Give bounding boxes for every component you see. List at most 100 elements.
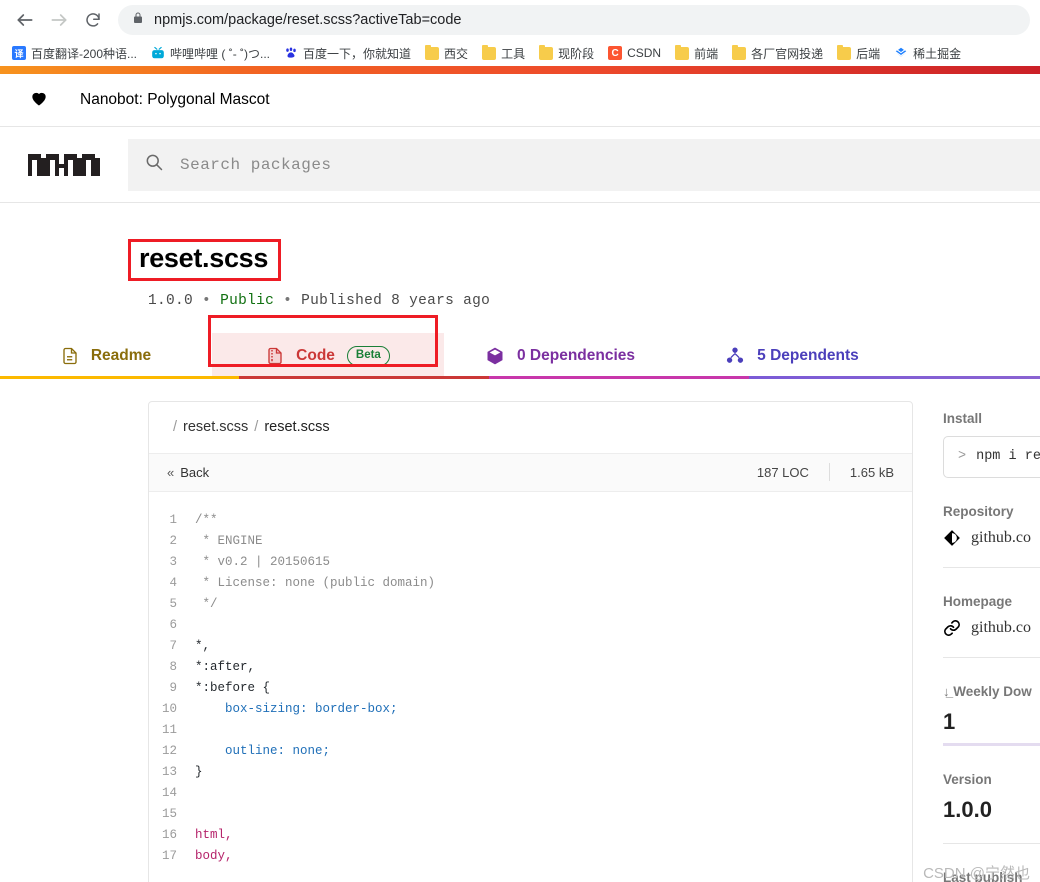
line-number: 7 [169, 638, 177, 653]
bookmark-item[interactable]: 哔哩哔哩 ( ˚- ˚)つ... [145, 43, 276, 64]
line-content: * License: none (public domain) [195, 575, 436, 590]
code-file-icon [266, 346, 284, 366]
code-line: 17 body, [149, 846, 912, 867]
bookmark-item[interactable]: 译 百度翻译-200种语... [6, 43, 143, 64]
address-bar[interactable]: npmjs.com/package/reset.scss?activeTab=c… [118, 5, 1030, 35]
folder-icon [837, 44, 852, 60]
tab-dependents[interactable]: 5 Dependents [676, 333, 908, 379]
promo-banner[interactable]: Nanobot: Polygonal Mascot [0, 74, 1040, 127]
bookmark-item[interactable]: 现阶段 [533, 43, 600, 64]
back-arrow-icon[interactable] [10, 5, 40, 35]
tab-dependencies[interactable]: 0 Dependencies [444, 333, 676, 379]
csdn-icon: C [608, 46, 623, 60]
code-panel: / reset.scss / reset.scss « Back 187 LOC… [148, 400, 913, 882]
download-icon: ↓̲ [943, 683, 950, 699]
meta-separator: • [202, 292, 212, 309]
breadcrumb-separator: / [173, 419, 178, 436]
homepage-label: Homepage [943, 593, 1013, 609]
line-content: *, [195, 638, 211, 653]
package-header: reset.scss 1.0.0 • Public • Published 8 … [0, 239, 1040, 309]
bookmark-label: 稀土掘金 [913, 46, 962, 61]
last-publish-label: Last publish [943, 869, 1023, 882]
line-number: 8 [169, 659, 177, 674]
repository-block: Repository github.co [943, 504, 1040, 568]
package-area: reset.scss 1.0.0 • Public • Published 8 … [0, 203, 1040, 882]
line-content: /** [195, 512, 218, 527]
repository-link: github.co [971, 528, 1031, 546]
bilibili-icon [151, 46, 165, 60]
line-number: 10 [161, 701, 177, 716]
link-icon [943, 619, 961, 637]
reload-icon[interactable] [78, 5, 108, 35]
code-line: 6 [149, 615, 912, 636]
bookmark-item[interactable]: 后端 [831, 43, 886, 64]
line-number: 16 [161, 827, 177, 842]
bookmark-item[interactable]: 各厂官网投递 [726, 43, 829, 64]
code-line: 13} [149, 762, 912, 783]
install-label: Install [943, 410, 983, 426]
homepage-link-row[interactable]: github.co [943, 619, 1040, 637]
folder-icon [482, 44, 497, 60]
code-line: 10 box-sizing: border-box; [149, 699, 912, 720]
install-command-box[interactable]: > npm i re [943, 435, 1040, 478]
file-size: 1.65 kB [849, 464, 894, 480]
bookmark-label: 百度翻译-200种语... [31, 46, 138, 61]
code-line: 1 /** [149, 510, 912, 531]
tabs-underline [0, 375, 1040, 379]
weekly-downloads-label: ↓̲ Weekly Dow [943, 684, 1040, 699]
code-line: 8 *:after, [149, 657, 912, 678]
browser-chrome: npmjs.com/package/reset.scss?activeTab=c… [0, 0, 1040, 66]
bookmark-item[interactable]: 前端 [669, 43, 724, 64]
package-version: 1.0.0 [148, 292, 194, 309]
baidu-icon [284, 46, 298, 60]
downloads-sparkline [943, 742, 1040, 746]
bookmark-item[interactable]: 西交 [419, 43, 474, 64]
line-content: html, [195, 827, 233, 842]
line-number: 9 [169, 680, 177, 695]
line-content: body, [195, 848, 233, 863]
repository-link-row[interactable]: github.co [943, 529, 1040, 547]
code-line: 14 [149, 783, 912, 804]
line-content: */ [195, 596, 218, 611]
weekly-downloads-value: 1 [943, 708, 956, 734]
divider [943, 566, 1040, 568]
folder-icon [732, 44, 747, 60]
juejin-icon [894, 46, 908, 60]
line-number: 1 [169, 512, 177, 527]
page-title: reset.scss [139, 243, 269, 273]
breadcrumb-root[interactable]: reset.scss [183, 419, 248, 435]
tab-readme-label: Readme [90, 346, 152, 364]
back-button[interactable]: « Back [167, 465, 209, 480]
breadcrumb-separator: / [254, 419, 259, 436]
repository-label: Repository [943, 503, 1014, 519]
search-bar[interactable] [128, 138, 1040, 191]
package-visibility: Public [220, 292, 275, 309]
tab-code[interactable]: Code Beta [212, 332, 444, 379]
url-text: npmjs.com/package/reset.scss?activeTab=c… [154, 12, 462, 28]
code-line: 5 */ [149, 594, 912, 615]
npm-header [0, 127, 1040, 203]
line-content: } [195, 764, 203, 779]
line-number: 4 [169, 575, 177, 590]
package-title-highlight: reset.scss [128, 239, 282, 281]
tab-readme[interactable]: Readme [0, 333, 212, 379]
code-line: 12 outline: none; [149, 741, 912, 762]
npm-logo[interactable] [0, 151, 128, 179]
content-row: / reset.scss / reset.scss « Back 187 LOC… [0, 379, 1040, 882]
bookmark-item[interactable]: 稀土掘金 [888, 43, 967, 64]
bookmark-item[interactable]: 工具 [476, 43, 531, 64]
bookmark-label: 各厂官网投递 [751, 46, 824, 61]
code-line: 9 *:before { [149, 678, 912, 699]
weekly-downloads-text: Weekly Dow [953, 683, 1032, 699]
bookmark-item[interactable]: 百度一下，你就知道 [278, 43, 417, 64]
back-label: Back [180, 464, 210, 480]
bookmark-item[interactable]: C CSDN [602, 44, 667, 62]
package-meta: 1.0.0 • Public • Published 8 years ago [148, 293, 1040, 309]
search-input[interactable] [178, 154, 1024, 175]
tab-dependencies-label: 0 Dependencies [516, 346, 636, 364]
version-label: Version [943, 771, 992, 787]
double-chevron-left-icon: « [167, 464, 175, 480]
forward-arrow-icon[interactable] [44, 5, 74, 35]
code-viewer[interactable]: 1 /** 2 * ENGINE 3 * v0.2 | 20150615 4 * … [149, 491, 912, 867]
line-content: *:before { [195, 680, 271, 695]
